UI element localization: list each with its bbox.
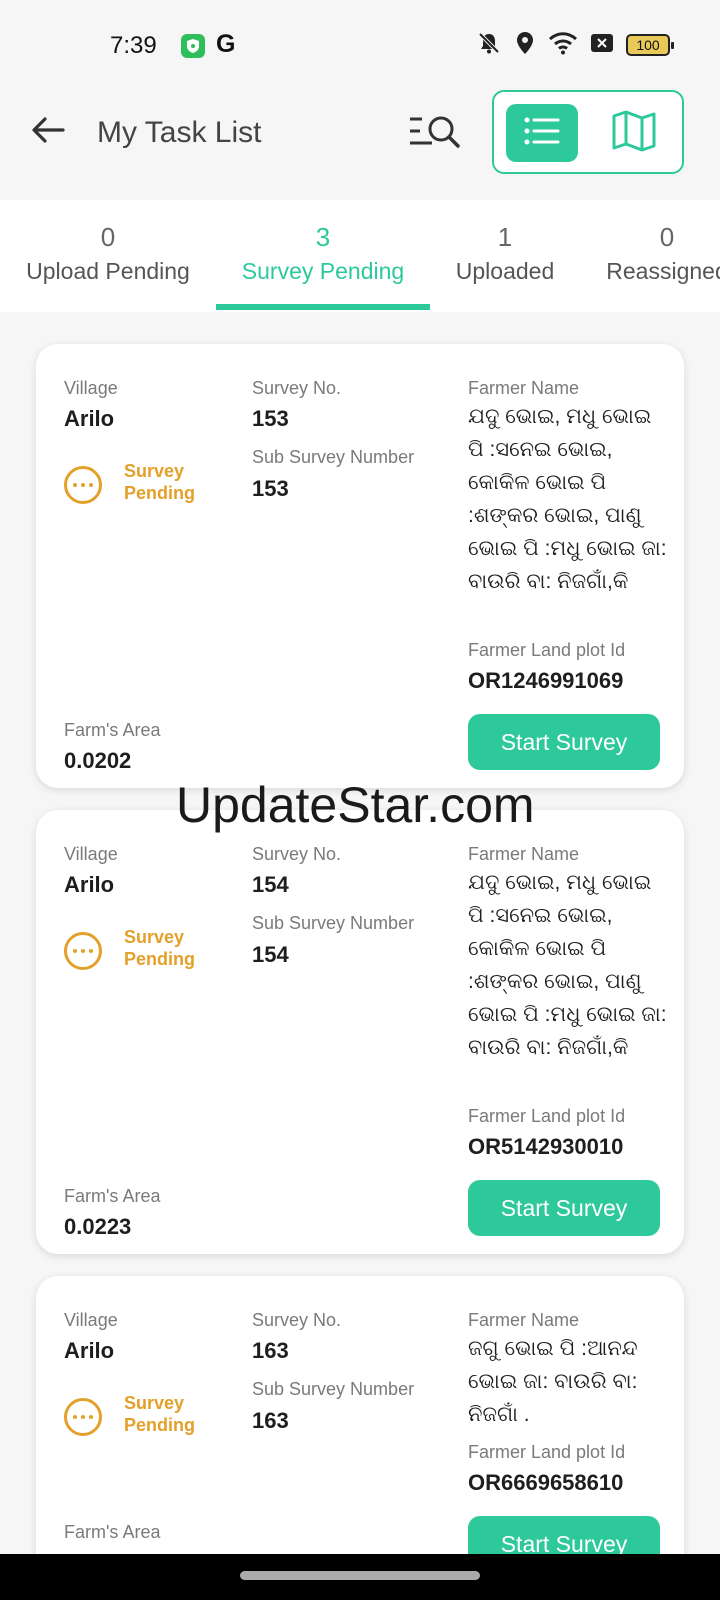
land-plot-id-label: Farmer Land plot Id: [468, 1442, 626, 1462]
village-label: Village: [64, 844, 118, 864]
farms-area-label: Farm's Area: [64, 720, 161, 740]
farms-area-label: Farm's Area: [64, 1186, 161, 1206]
status-time: 7:39: [110, 32, 157, 59]
task-card[interactable]: Village Arilo Survey No. 154 Sub Survey …: [36, 810, 684, 1254]
pending-icon: [64, 932, 102, 970]
farmer-name-label: Farmer Name: [468, 378, 580, 398]
shield-icon: [181, 34, 205, 58]
watermark-text: UpdateStar.com: [176, 777, 535, 833]
sub-survey-number-value: 154: [252, 942, 289, 967]
farms-area-label: Farm's Area: [64, 1522, 161, 1542]
survey-no-value: 153: [252, 406, 289, 431]
farms-area-value: 0.0223: [64, 1214, 132, 1239]
village-value: Arilo: [64, 872, 115, 897]
battery-indicator: 100: [626, 34, 674, 56]
tab-label: Reassigned: [606, 258, 720, 284]
start-survey-button[interactable]: Start Survey: [468, 1180, 660, 1236]
farms-area-value: 0.0202: [64, 748, 132, 773]
land-plot-id-label: Farmer Land plot Id: [468, 1106, 626, 1126]
tab-label: Uploaded: [455, 258, 555, 284]
land-plot-id-value: OR1246991069: [468, 668, 624, 693]
tab-uploaded[interactable]: 1 Uploaded: [454, 220, 556, 288]
status-text: Survey Pending: [124, 927, 195, 969]
mute-icon: [476, 30, 502, 61]
pending-icon: [64, 1398, 102, 1436]
farmer-name-label: Farmer Name: [468, 844, 580, 864]
home-indicator[interactable]: [240, 1571, 480, 1580]
village-label: Village: [64, 1310, 118, 1330]
status-badge: Survey Pending: [64, 1392, 224, 1452]
sub-survey-number-label: Sub Survey Number: [252, 913, 415, 933]
tab-count: 0: [100, 222, 116, 252]
tab-label: Survey Pending: [241, 258, 405, 284]
land-plot-id-value: OR5142930010: [468, 1134, 624, 1159]
farmer-name-value: ଯଦୁ ଭୋଇ, ମଧୁ ଭୋଇ ପି :ସନେଇ ଭୋଇ, କୋକିଳ ଭୋଇ…: [468, 871, 667, 1059]
map-view-button[interactable]: [598, 104, 670, 162]
view-toggle: [492, 90, 684, 174]
status-badge: Survey Pending: [64, 926, 224, 986]
tab-count: 0: [659, 222, 675, 252]
task-card[interactable]: Village Arilo Survey No. 153 Sub Survey …: [36, 344, 684, 788]
survey-no-label: Survey No.: [252, 844, 342, 864]
app-header: My Task List: [0, 90, 720, 190]
sub-survey-number-value: 163: [252, 1408, 289, 1433]
survey-no-label: Survey No.: [252, 1310, 342, 1330]
village-value: Arilo: [64, 1338, 115, 1363]
task-card[interactable]: Village Arilo Survey No. 163 Sub Survey …: [36, 1276, 684, 1554]
village-value: Arilo: [64, 406, 115, 431]
pending-icon: [64, 466, 102, 504]
tab-count: 1: [497, 222, 513, 252]
x-icon: [590, 33, 614, 58]
sub-survey-number-label: Sub Survey Number: [252, 447, 415, 467]
status-text: Survey Pending: [124, 1393, 195, 1435]
tab-survey-pending[interactable]: 3 Survey Pending: [240, 220, 406, 288]
farmer-name-label: Farmer Name: [468, 1310, 580, 1330]
map-view-icon: [611, 110, 657, 157]
land-plot-id-value: OR6669658610: [468, 1470, 624, 1495]
filter-search-button[interactable]: [408, 110, 464, 154]
system-nav-bar: [0, 1554, 720, 1600]
location-icon: [514, 30, 536, 61]
start-survey-button[interactable]: Start Survey: [468, 714, 660, 770]
list-view-button[interactable]: [506, 104, 578, 162]
survey-no-label: Survey No.: [252, 378, 342, 398]
start-survey-button[interactable]: Start Survey: [468, 1516, 660, 1554]
farmer-name-value: ଜଗୁ ଭୋଇ ପି :ଆନନ୍ଦ ଭୋଇ ଜା: ବାଉରି ବା: ନିଜଗ…: [468, 1337, 638, 1426]
status-badge: Survey Pending: [64, 460, 224, 520]
status-text: Survey Pending: [124, 461, 195, 503]
tab-count: 3: [315, 222, 331, 252]
land-plot-id-label: Farmer Land plot Id: [468, 640, 626, 660]
back-arrow-icon: [31, 116, 65, 149]
survey-no-value: 154: [252, 872, 289, 897]
filter-search-icon: [408, 116, 464, 158]
tab-bar: 0 Upload Pending 3 Survey Pending 1 Uplo…: [0, 200, 720, 312]
sub-survey-number-value: 153: [252, 476, 289, 501]
tab-label: Upload Pending: [26, 258, 190, 284]
sub-survey-number-label: Sub Survey Number: [252, 1379, 415, 1399]
back-button[interactable]: [28, 112, 68, 152]
google-icon: G: [216, 30, 236, 58]
wifi-icon: [548, 31, 578, 60]
status-bar: 7:39 G 100: [0, 0, 720, 90]
farmer-name-value: ଯଦୁ ଭୋଇ, ମଧୁ ଭୋଇ ପି :ସନେଇ ଭୋଇ, କୋକିଳ ଭୋଇ…: [468, 405, 667, 593]
village-label: Village: [64, 378, 118, 398]
survey-no-value: 163: [252, 1338, 289, 1363]
tab-reassigned[interactable]: 0 Reassigned: [604, 220, 720, 288]
page-title: My Task List: [97, 116, 262, 149]
list-view-icon: [522, 115, 562, 152]
task-card-list: Village Arilo Survey No. 153 Sub Survey …: [0, 312, 720, 1554]
tab-upload-pending[interactable]: 0 Upload Pending: [24, 220, 192, 288]
active-tab-indicator: [216, 304, 430, 310]
